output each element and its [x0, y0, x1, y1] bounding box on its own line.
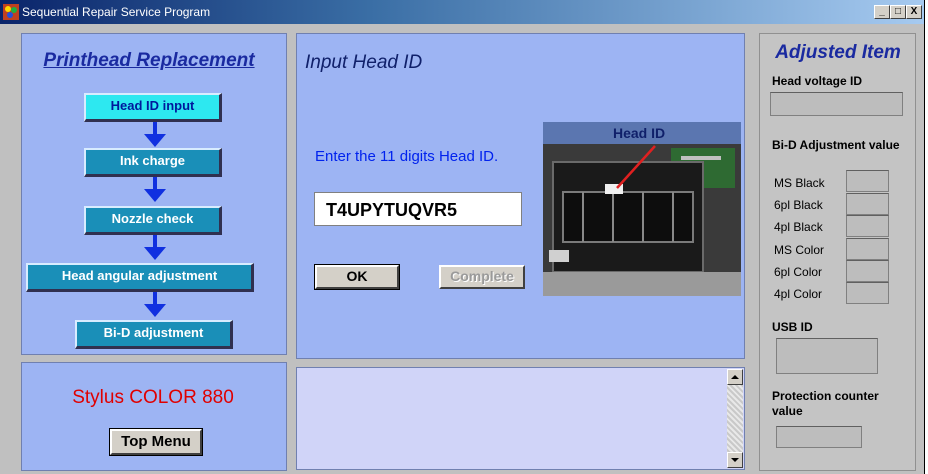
usb-id-label: USB ID	[772, 320, 813, 334]
adjusted-panel-title: Adjusted Item	[775, 42, 901, 63]
arrow-down-icon	[144, 122, 166, 147]
usb-id-field	[776, 338, 878, 374]
ok-button[interactable]: OK	[314, 264, 400, 290]
app-icon	[3, 4, 19, 20]
scroll-up-arrow-icon	[731, 375, 739, 379]
protection-counter-field	[776, 426, 862, 448]
bid-item-4pl-black: 4pl Black	[774, 220, 823, 234]
title-bar: Sequential Repair Service Program _ □ X	[0, 0, 924, 24]
bid-item-ms-black: MS Black	[774, 176, 825, 190]
bid-value-field	[846, 260, 889, 282]
scroll-down-arrow-icon	[731, 458, 739, 462]
head-voltage-field	[770, 92, 903, 116]
bid-value-field	[846, 215, 889, 237]
bid-item-6pl-color: 6pl Color	[774, 265, 823, 279]
bid-value-field	[846, 282, 889, 304]
head-voltage-label: Head voltage ID	[772, 74, 863, 88]
printhead-photo: Head ID	[543, 122, 741, 296]
bid-value-field	[846, 193, 889, 215]
head-id-prompt: Enter the 11 digits Head ID.	[315, 148, 499, 165]
bid-item-4pl-color: 4pl Color	[774, 287, 823, 301]
maximize-button[interactable]: □	[890, 5, 906, 19]
step-head-angular-adjustment[interactable]: Head angular adjustment	[26, 263, 254, 292]
window-title: Sequential Repair Service Program	[22, 5, 211, 19]
printhead-image	[543, 122, 741, 296]
bid-item-6pl-black: 6pl Black	[774, 198, 823, 212]
step-bi-d-adjustment[interactable]: Bi-D adjustment	[75, 320, 233, 349]
adjusted-panel: Adjusted Item Head voltage ID Bi-D Adjus…	[759, 33, 916, 471]
arrow-down-icon	[144, 292, 166, 317]
photo-label: Head ID	[613, 125, 666, 141]
model-panel: Stylus COLOR 880 Top Menu	[21, 362, 287, 471]
step-head-id-input[interactable]: Head ID input	[84, 93, 222, 122]
minimize-button[interactable]: _	[874, 5, 890, 19]
input-panel-title: Input Head ID	[305, 52, 423, 73]
vertical-scrollbar[interactable]	[727, 369, 743, 468]
scroll-down-button[interactable]	[727, 452, 743, 468]
app-window: Sequential Repair Service Program _ □ X …	[0, 0, 925, 474]
top-menu-button[interactable]: Top Menu	[109, 428, 203, 456]
head-id-input[interactable]: T4UPYTUQVR5	[314, 192, 522, 226]
arrow-down-icon	[144, 177, 166, 202]
bid-adjustment-label: Bi-D Adjustment value	[772, 138, 900, 152]
steps-panel-title: Printhead Replacement	[43, 50, 255, 71]
input-panel: Input Head ID Enter the 11 digits Head I…	[296, 33, 745, 359]
step-nozzle-check[interactable]: Nozzle check	[84, 206, 222, 235]
steps-panel: Printhead Replacement Head ID input Ink …	[21, 33, 287, 355]
complete-button[interactable]: Complete	[439, 265, 525, 289]
bid-value-field	[846, 238, 889, 260]
close-button[interactable]: X	[906, 5, 922, 19]
protection-counter-label: Protection counter value	[772, 389, 879, 418]
bid-item-ms-color: MS Color	[774, 243, 825, 257]
bid-value-field	[846, 170, 889, 192]
printer-model-label: Stylus COLOR 880	[72, 387, 234, 408]
message-box	[296, 367, 745, 470]
arrow-down-icon	[144, 235, 166, 260]
scroll-up-button[interactable]	[727, 369, 743, 385]
step-ink-charge[interactable]: Ink charge	[84, 148, 222, 177]
